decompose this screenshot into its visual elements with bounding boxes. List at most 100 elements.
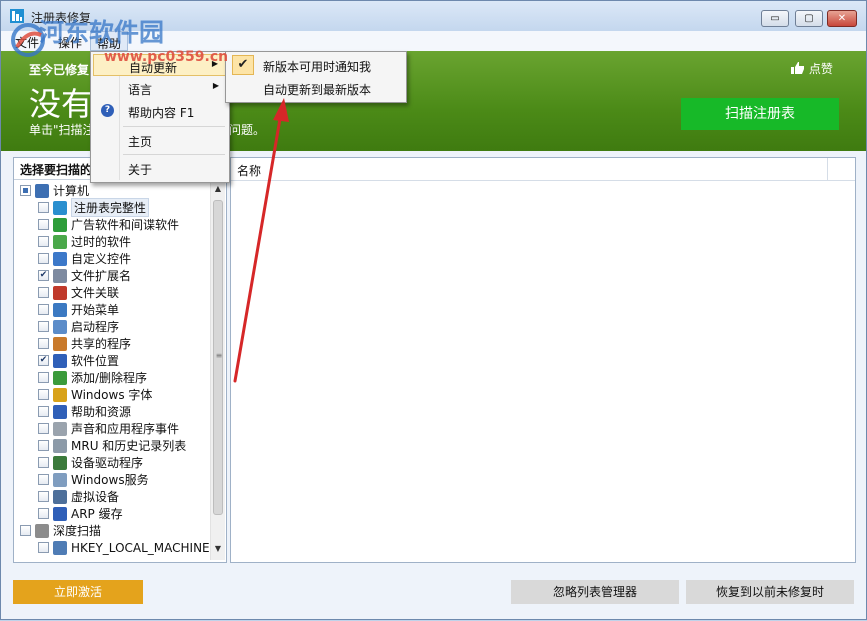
tree-item-label: 设备驱动程序 [71, 456, 144, 470]
menu-item-label: 帮助内容 F1 [128, 106, 195, 120]
menu-item-help-contents[interactable]: ? 帮助内容 F1 [93, 100, 227, 122]
tree-item[interactable]: 共享的程序 [38, 335, 131, 352]
help-icon: ? [101, 104, 114, 117]
tree-item-checkbox[interactable] [38, 219, 49, 230]
menu-item-language[interactable]: 语言 ▶ [93, 77, 227, 99]
app-window: 注册表修复 ▭ ▢ ✕ 文件 操作 帮助 至今已修复 没有 单击"扫描注 问题。… [0, 0, 867, 620]
tree-item-checkbox[interactable] [38, 304, 49, 315]
tree-item-checkbox[interactable] [38, 253, 49, 264]
restore-button[interactable]: 恢复到以前未修复时 [686, 580, 854, 604]
tree-item-checkbox[interactable] [20, 185, 31, 196]
submenu-item-label: 自动更新到最新版本 [263, 83, 372, 97]
tree-item-checkbox[interactable] [38, 423, 49, 434]
tree-item-checkbox[interactable] [38, 287, 49, 298]
activate-button[interactable]: 立即激活 [13, 580, 143, 604]
maximize-button[interactable]: ▢ [795, 10, 823, 27]
tree-item-checkbox[interactable] [38, 508, 49, 519]
tree-item-checkbox[interactable] [38, 321, 49, 332]
scroll-up-icon[interactable]: ▲ [211, 184, 225, 196]
registry-icon [53, 200, 67, 215]
scroll-down-icon[interactable]: ▼ [211, 544, 225, 556]
column-name-header[interactable]: 名称 [237, 162, 261, 179]
column-divider[interactable] [827, 158, 828, 180]
scan-registry-button[interactable]: 扫描注册表 [681, 98, 839, 130]
hive-icon [53, 540, 67, 555]
tree-item-label: MRU 和历史记录列表 [71, 439, 187, 453]
ignore-list-button[interactable]: 忽略列表管理器 [511, 580, 679, 604]
tree-item[interactable]: 自定义控件 [38, 250, 131, 267]
tree-item-checkbox[interactable] [38, 542, 49, 553]
tree-item-label: 软件位置 [71, 354, 120, 368]
menu-item-about[interactable]: 关于 [93, 157, 227, 179]
tree-item[interactable]: ✔ 软件位置 [38, 352, 119, 369]
maximize-icon: ▢ [804, 13, 814, 24]
submenu-item-notify-new-version[interactable]: ✔ 新版本可用时通知我 [228, 54, 404, 76]
grip-icon: ≡ [215, 351, 223, 360]
tree-item-label: 计算机 [53, 184, 90, 198]
start-menu-icon [53, 302, 67, 317]
tree-item-checkbox[interactable] [38, 491, 49, 502]
tree-item-label: 开始菜单 [71, 303, 120, 317]
tree-item-checkbox[interactable] [38, 440, 49, 451]
tree-item-label: 共享的程序 [71, 337, 132, 351]
minimize-button[interactable]: ▭ [761, 10, 789, 27]
submenu-item-auto-update-latest[interactable]: 自动更新到最新版本 [228, 77, 404, 99]
tree-item-checkbox[interactable] [38, 457, 49, 468]
tree-item[interactable]: ✔ 文件扩展名 [38, 267, 131, 284]
checkmark-icon: ✔ [232, 55, 254, 75]
watermark-url: www.pc0359.cn [104, 49, 229, 65]
tree-item-label: 注册表完整性 [71, 198, 150, 217]
tree-item-checkbox[interactable]: ✔ [38, 355, 49, 366]
like-button[interactable]: 点赞 [791, 60, 833, 77]
tree-item-label: ARP 缓存 [71, 507, 123, 521]
tree-item[interactable]: 帮助和资源 [38, 403, 131, 420]
tree-item-label: 文件扩展名 [71, 269, 132, 283]
tree-item[interactable]: 深度扫描 [20, 522, 101, 539]
menu-item-label: 关于 [128, 163, 153, 177]
tree-item[interactable]: 注册表完整性 [38, 198, 150, 217]
tree-item-label: 帮助和资源 [71, 405, 132, 419]
tree-item[interactable]: ARP 缓存 [38, 505, 123, 522]
tree-item-label: Windows服务 [71, 473, 149, 487]
menu-item-homepage[interactable]: 主页 [93, 129, 227, 151]
tree-item-label: 广告软件和间谍软件 [71, 218, 180, 232]
tree-item-label: HKEY_LOCAL_MACHINE [71, 540, 209, 555]
tree-item-checkbox[interactable] [38, 236, 49, 247]
tree-item-checkbox[interactable] [38, 338, 49, 349]
tree-item[interactable]: 广告软件和间谍软件 [38, 216, 179, 233]
tree-item[interactable]: 设备驱动程序 [38, 454, 143, 471]
tree-scrollbar[interactable]: ▲ ≡ ▼ [210, 182, 225, 560]
software-location-icon [53, 353, 67, 368]
tree-item-checkbox[interactable] [38, 474, 49, 485]
tree-item-checkbox[interactable] [38, 389, 49, 400]
tree-item-label: 虚拟设备 [71, 490, 120, 504]
tree-item[interactable]: 添加/删除程序 [38, 369, 147, 386]
shared-program-icon [53, 336, 67, 351]
tree-item[interactable]: 虚拟设备 [38, 488, 119, 505]
tree-item[interactable]: 启动程序 [38, 318, 119, 335]
tree-item[interactable]: HKEY_LOCAL_MACHINE [38, 539, 209, 556]
tree-item[interactable]: Windows服务 [38, 471, 149, 488]
tree-item[interactable]: MRU 和历史记录列表 [38, 437, 186, 454]
tree-item[interactable]: 计算机 [20, 182, 89, 199]
tree-item-checkbox[interactable] [38, 372, 49, 383]
scan-hint-left: 单击"扫描注 [29, 123, 95, 137]
tree-item[interactable]: 过时的软件 [38, 233, 131, 250]
scroll-thumb[interactable]: ≡ [213, 200, 223, 515]
menu-item-label: 语言 [128, 83, 153, 97]
tree-item-checkbox[interactable] [38, 202, 49, 213]
tree-item-checkbox[interactable]: ✔ [38, 270, 49, 281]
tree-item[interactable]: Windows 字体 [38, 386, 152, 403]
close-button[interactable]: ✕ [827, 10, 857, 27]
tree-item[interactable]: 开始菜单 [38, 301, 119, 318]
results-panel: 名称 [230, 157, 856, 563]
tree-item[interactable]: 声音和应用程序事件 [38, 420, 179, 437]
tree-item-label: 过时的软件 [71, 235, 132, 249]
tree-item-checkbox[interactable] [20, 525, 31, 536]
like-label: 点赞 [808, 62, 833, 76]
tree-item[interactable]: 文件关联 [38, 284, 119, 301]
results-header: 名称 [231, 158, 855, 181]
tree-item-checkbox[interactable] [38, 406, 49, 417]
sound-icon [53, 421, 67, 436]
thumbs-up-icon [791, 62, 804, 74]
